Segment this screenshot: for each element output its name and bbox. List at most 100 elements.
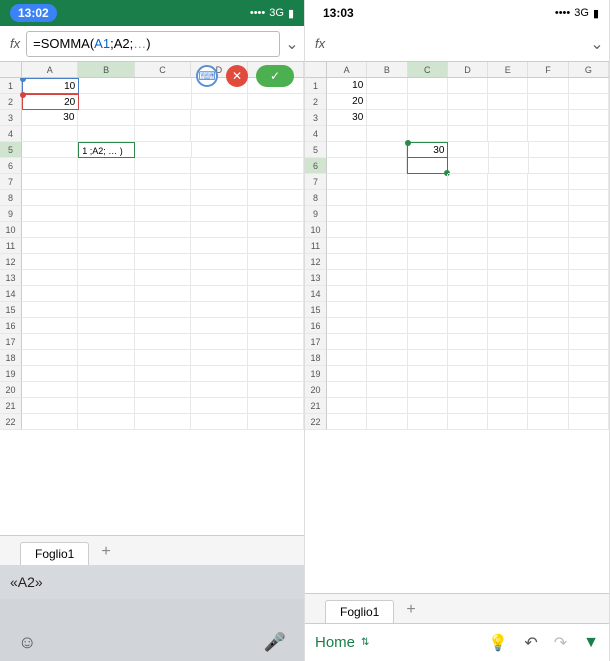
cell[interactable]	[78, 254, 134, 270]
row-header[interactable]: 2	[305, 94, 327, 110]
cell[interactable]	[78, 238, 134, 254]
cell[interactable]	[22, 366, 78, 382]
cell[interactable]	[488, 94, 528, 110]
col-header[interactable]: D	[448, 62, 488, 77]
row-header[interactable]: 22	[0, 414, 22, 430]
cell[interactable]	[327, 158, 367, 174]
cell[interactable]	[248, 110, 304, 126]
cell[interactable]	[248, 206, 304, 222]
cell[interactable]	[488, 318, 528, 334]
cell[interactable]	[529, 158, 569, 174]
cell[interactable]	[78, 318, 134, 334]
cell[interactable]	[135, 398, 191, 414]
cell[interactable]	[135, 174, 191, 190]
col-header[interactable]: F	[528, 62, 568, 77]
cell[interactable]	[191, 158, 247, 174]
col-header[interactable]: A	[327, 62, 367, 77]
undo-icon[interactable]: ↶	[524, 633, 537, 653]
cell[interactable]	[488, 78, 528, 94]
cell[interactable]: 1 ;A2; … )	[78, 142, 135, 158]
cell[interactable]	[248, 254, 304, 270]
cell[interactable]	[248, 238, 304, 254]
cell[interactable]	[569, 206, 609, 222]
cell[interactable]	[528, 78, 568, 94]
cell[interactable]	[569, 78, 609, 94]
cell[interactable]	[135, 382, 191, 398]
cell[interactable]	[135, 254, 191, 270]
cell[interactable]	[22, 414, 78, 430]
row-header[interactable]: 9	[305, 206, 327, 222]
row-header[interactable]: 11	[305, 238, 327, 254]
cell[interactable]	[488, 270, 528, 286]
cell[interactable]	[248, 398, 304, 414]
cell[interactable]	[191, 222, 247, 238]
cell[interactable]	[408, 350, 448, 366]
cell[interactable]	[408, 238, 448, 254]
sheet-tab[interactable]: Foglio1	[20, 542, 89, 565]
cell[interactable]	[78, 366, 134, 382]
mic-button[interactable]: 🎤	[264, 632, 286, 653]
cell[interactable]	[448, 158, 488, 174]
cell[interactable]: 30	[22, 110, 78, 126]
row-header[interactable]: 20	[0, 382, 22, 398]
cell[interactable]	[191, 254, 247, 270]
row-header[interactable]: 5	[0, 142, 22, 158]
row-header[interactable]: 9	[0, 206, 22, 222]
cell[interactable]	[367, 254, 407, 270]
cell[interactable]	[408, 270, 448, 286]
row-header[interactable]: 21	[305, 398, 327, 414]
cell[interactable]	[191, 318, 247, 334]
cell[interactable]	[408, 254, 448, 270]
cell[interactable]	[569, 302, 609, 318]
cell[interactable]	[488, 382, 528, 398]
cell[interactable]	[248, 382, 304, 398]
cell[interactable]	[448, 206, 488, 222]
cell[interactable]	[191, 350, 247, 366]
cell[interactable]	[22, 302, 78, 318]
cell[interactable]	[22, 174, 78, 190]
cell[interactable]	[191, 238, 247, 254]
cell[interactable]	[367, 142, 407, 158]
row-header[interactable]: 3	[305, 110, 327, 126]
cell[interactable]	[327, 206, 367, 222]
cell[interactable]	[327, 142, 367, 158]
cell[interactable]	[248, 270, 304, 286]
cell[interactable]	[569, 414, 609, 430]
formula-dropdown-icon[interactable]: ⌄	[589, 34, 605, 54]
cell[interactable]	[528, 190, 568, 206]
cell[interactable]	[78, 334, 134, 350]
cell[interactable]	[367, 366, 407, 382]
cell[interactable]	[78, 414, 134, 430]
cell[interactable]	[192, 142, 248, 158]
cell[interactable]	[248, 174, 304, 190]
emoji-button[interactable]: ☺	[18, 632, 36, 653]
cell[interactable]	[528, 206, 568, 222]
cell[interactable]	[327, 382, 367, 398]
cell[interactable]	[248, 334, 304, 350]
cell[interactable]	[569, 142, 609, 158]
cell[interactable]	[327, 350, 367, 366]
cell[interactable]	[22, 158, 78, 174]
cell[interactable]	[79, 94, 135, 110]
cell[interactable]	[448, 222, 488, 238]
cell[interactable]	[407, 158, 448, 174]
cell[interactable]	[528, 126, 568, 142]
cell[interactable]	[22, 270, 78, 286]
cell[interactable]	[528, 238, 568, 254]
cell[interactable]	[248, 190, 304, 206]
cell[interactable]	[135, 190, 191, 206]
cell[interactable]	[528, 174, 568, 190]
cancel-button[interactable]: ✕	[226, 65, 248, 87]
confirm-button[interactable]: ✓	[256, 65, 294, 87]
cell[interactable]	[408, 206, 448, 222]
cell[interactable]	[327, 334, 367, 350]
cell[interactable]	[488, 302, 528, 318]
row-header[interactable]: 18	[305, 350, 327, 366]
cell[interactable]	[569, 126, 609, 142]
cell[interactable]	[367, 190, 407, 206]
cell[interactable]	[569, 286, 609, 302]
formula-input[interactable]: =SOMMA( A1 ;A2; … )	[26, 31, 280, 57]
cell[interactable]	[448, 110, 488, 126]
cell[interactable]	[327, 286, 367, 302]
cell[interactable]	[327, 366, 367, 382]
